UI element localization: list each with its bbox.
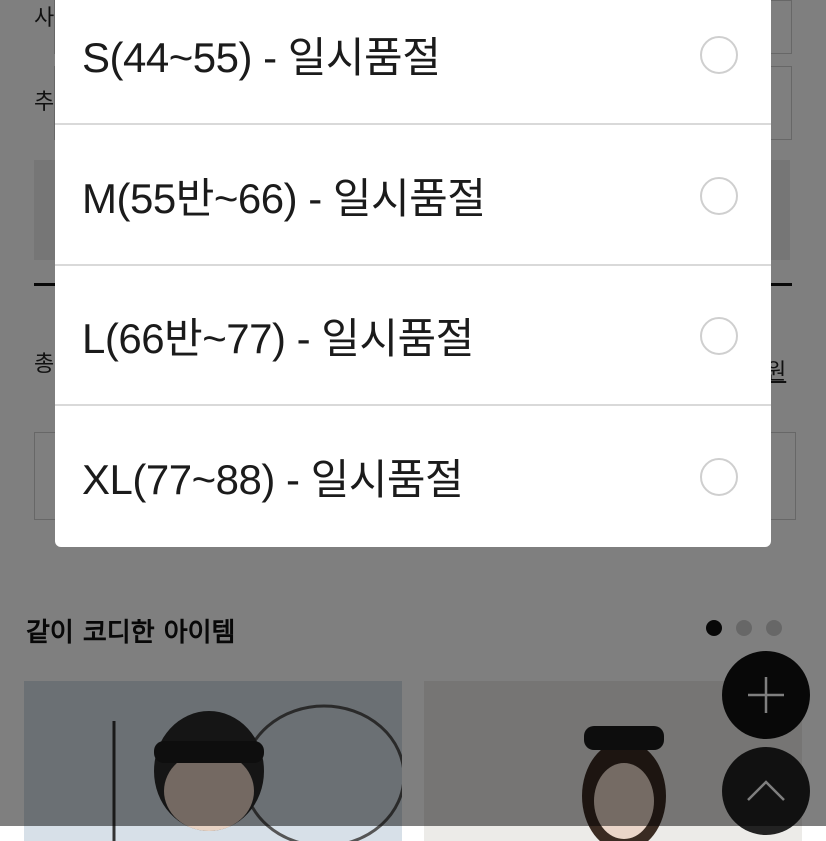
radio-button[interactable]: [700, 457, 738, 496]
radio-button[interactable]: [700, 35, 738, 74]
size-option-s[interactable]: S(44~55) - 일시품절: [55, 0, 771, 125]
size-option-label: L(66반~77) - 일시품절: [82, 315, 474, 362]
size-option-m[interactable]: M(55반~66) - 일시품절: [55, 127, 771, 266]
radio-button[interactable]: [700, 316, 738, 355]
size-select-dialog: S(44~55) - 일시품절 M(55반~66) - 일시품절 L(66반~7…: [55, 0, 771, 547]
size-option-xl[interactable]: XL(77~88) - 일시품절: [55, 407, 771, 546]
size-option-l[interactable]: L(66반~77) - 일시품절: [55, 267, 771, 406]
size-option-label: S(44~55) - 일시품절: [82, 34, 441, 81]
size-option-label: M(55반~66) - 일시품절: [82, 175, 486, 222]
radio-button[interactable]: [700, 176, 738, 215]
size-option-label: XL(77~88) - 일시품절: [82, 456, 464, 503]
